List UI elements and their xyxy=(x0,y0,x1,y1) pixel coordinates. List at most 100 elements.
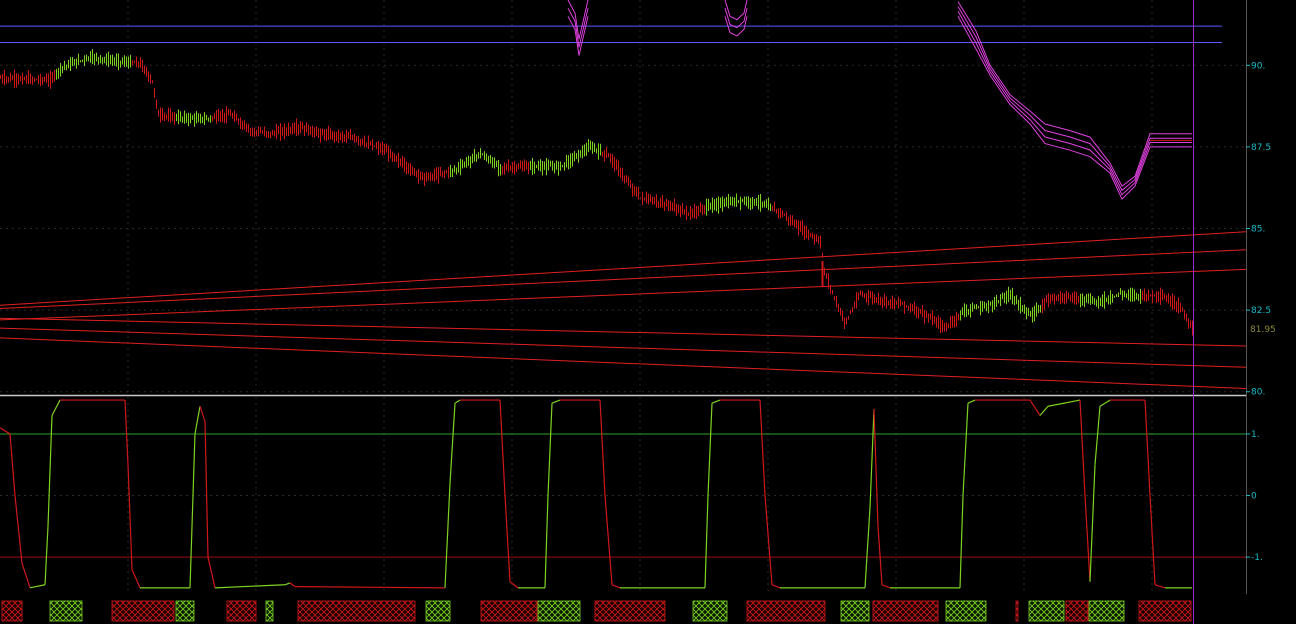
state-segment-down xyxy=(594,600,666,622)
oscillator-segment xyxy=(1144,400,1151,496)
oscillator-segment xyxy=(499,400,506,496)
state-segment-up xyxy=(692,600,728,622)
oscillator-line xyxy=(0,399,1192,589)
oscillator-segment xyxy=(962,403,969,496)
trend-line xyxy=(0,337,1247,389)
oscillator-segment xyxy=(9,433,16,496)
oscillator-segment xyxy=(959,495,964,588)
state-segment-down xyxy=(1,600,23,622)
trend-line xyxy=(0,317,1247,347)
oscillator-segment xyxy=(604,495,613,585)
oscillator-segment xyxy=(707,403,713,496)
oscillator-segment xyxy=(877,526,883,585)
state-segment-down xyxy=(1138,600,1192,622)
oscillator-segment xyxy=(284,582,291,586)
trend-line xyxy=(0,249,1247,309)
oscillator-segment xyxy=(131,569,141,589)
oscillator-segment xyxy=(864,507,871,588)
state-segment-up xyxy=(175,600,195,622)
price-axis-ticks: 90. 87.5 85. 82.5 80. xyxy=(1246,61,1271,398)
oscillator-segment xyxy=(204,421,209,558)
oscillator-segment xyxy=(551,399,561,404)
oscillator-segment xyxy=(1094,406,1101,465)
state-segment-down xyxy=(297,600,416,622)
trend-line xyxy=(0,327,1247,368)
state-segment-up xyxy=(537,600,581,622)
oscillator-segment xyxy=(599,400,606,496)
state-segment-up xyxy=(49,600,83,622)
oscillator-segment xyxy=(444,483,451,588)
oscillator-tick-label: 0 xyxy=(1251,492,1257,502)
oscillator-segment xyxy=(127,464,133,570)
oscillator-segment xyxy=(547,403,553,496)
envelope-strand xyxy=(957,6,1192,192)
oscillator-axis-ticks: 1. 0 -1. xyxy=(1246,430,1263,563)
state-segment-down xyxy=(1065,600,1089,622)
oscillator-segment xyxy=(199,406,206,422)
oscillator-segment xyxy=(294,586,446,589)
envelope-top-strand xyxy=(724,0,748,21)
oscillator-segment xyxy=(29,584,46,589)
state-bar xyxy=(1,600,1192,622)
envelope-strand xyxy=(957,1,1192,187)
oscillator-segment xyxy=(544,495,549,588)
price-tick-label: 80. xyxy=(1251,388,1265,398)
chart-canvas: 90. 87.5 85. 82.5 80. 1. 0 -1. 81.95 xyxy=(0,0,1276,624)
oscillator-segment xyxy=(869,409,875,508)
oscillator-segment xyxy=(189,433,196,588)
envelope-bands xyxy=(567,0,1192,200)
price-tick-label: 82.5 xyxy=(1251,306,1271,316)
oscillator-segment xyxy=(51,399,61,416)
state-segment-up xyxy=(945,600,987,622)
oscillator-segment xyxy=(509,581,519,589)
oscillator-segment xyxy=(704,495,709,588)
oscillator-segment xyxy=(1089,464,1096,582)
state-segment-down xyxy=(111,600,175,622)
last-price-label: 81.95 xyxy=(1250,325,1276,335)
oscillator-segment xyxy=(504,495,511,582)
oscillator-segment xyxy=(1029,399,1041,416)
oscillator-segment xyxy=(1079,400,1086,496)
oscillator-segment xyxy=(207,556,216,588)
oscillator-segment xyxy=(194,406,201,435)
oscillator-grid xyxy=(0,397,1246,594)
oscillator-segment xyxy=(454,399,461,404)
price-tick-label: 90. xyxy=(1251,61,1265,71)
oscillator-segment xyxy=(881,584,891,589)
state-segment-down xyxy=(1015,600,1019,622)
oscillator-segment xyxy=(771,584,781,589)
price-candles xyxy=(0,48,1193,336)
oscillator-segment xyxy=(214,584,286,589)
oscillator-segment xyxy=(1099,399,1111,407)
price-tick-label: 85. xyxy=(1251,225,1265,235)
oscillator-segment xyxy=(44,526,49,585)
oscillator-segment xyxy=(449,403,456,484)
envelope-strand xyxy=(957,16,1192,200)
state-segment-up xyxy=(425,600,451,622)
state-segment-up xyxy=(265,600,274,622)
oscillator-tick-label: 1. xyxy=(1251,430,1260,440)
state-segment-up xyxy=(1088,600,1125,622)
oscillator-segment xyxy=(21,563,31,589)
state-segment-up xyxy=(840,600,870,622)
state-segment-down xyxy=(226,600,257,622)
state-segment-up xyxy=(1028,600,1065,622)
oscillator-segment xyxy=(967,399,976,404)
oscillator-segment xyxy=(0,427,11,435)
oscillator-tick-label: -1. xyxy=(1251,553,1263,563)
state-segment-down xyxy=(746,600,826,622)
oscillator-segment xyxy=(47,415,53,527)
oscillator-segment xyxy=(611,584,621,589)
state-segment-down xyxy=(480,600,538,622)
oscillator-segment xyxy=(759,400,766,496)
oscillator-segment xyxy=(873,409,879,527)
state-segment-down xyxy=(872,600,939,622)
oscillator-segment xyxy=(14,495,23,564)
price-tick-label: 87.5 xyxy=(1251,143,1271,153)
oscillator-segment xyxy=(1154,584,1166,589)
oscillator-segment xyxy=(1084,495,1091,582)
horizontal-blue-lines xyxy=(0,25,1222,43)
envelope-strand xyxy=(957,11,1192,196)
price-grid xyxy=(0,0,1246,395)
oscillator-segment xyxy=(1047,399,1081,407)
